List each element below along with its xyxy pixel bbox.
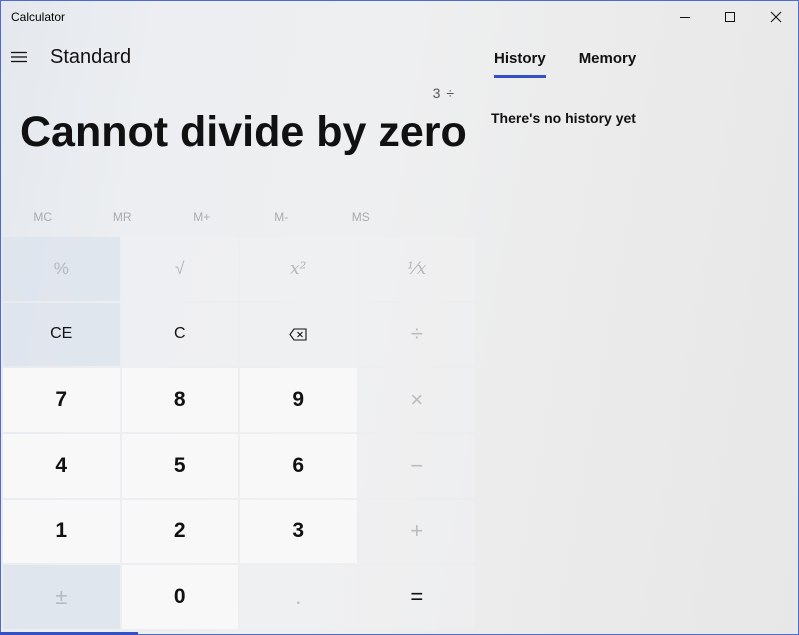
history-empty-message: There's no history yet	[491, 110, 636, 126]
digit-3-button[interactable]: 3	[240, 499, 357, 564]
close-icon	[770, 11, 782, 23]
square-root-button[interactable]: √	[121, 237, 238, 301]
mode-title: Standard	[50, 46, 132, 68]
minimize-button[interactable]	[662, 0, 708, 34]
maximize-button[interactable]	[707, 0, 753, 34]
memory-add-button[interactable]: M+	[162, 203, 242, 231]
equals-button[interactable]: =	[358, 565, 475, 629]
digit-9-button[interactable]: 9	[240, 368, 357, 432]
tab-history[interactable]: History	[494, 50, 546, 78]
digit-0-button[interactable]: 0	[121, 565, 238, 629]
digit-1-button[interactable]: 1	[3, 499, 120, 564]
memory-clear-button[interactable]: MC	[3, 203, 83, 231]
memory-row: MC MR M+ M- MS	[3, 203, 475, 231]
percent-button[interactable]: %	[3, 237, 120, 301]
digit-4-button[interactable]: 4	[3, 434, 120, 498]
multiply-button[interactable]: ×	[358, 368, 475, 432]
digit-6-button[interactable]: 6	[240, 434, 357, 498]
backspace-button[interactable]	[240, 302, 357, 367]
side-panel-tabs: History Memory	[494, 50, 669, 80]
navigation-menu-button[interactable]	[4, 40, 34, 74]
memory-store-button[interactable]: MS	[321, 203, 401, 231]
close-button[interactable]	[753, 0, 799, 34]
memory-recall-button[interactable]: MR	[83, 203, 163, 231]
backspace-icon	[289, 328, 307, 341]
negate-button[interactable]: ±	[3, 565, 120, 629]
app-title: Calculator	[11, 10, 66, 24]
tab-memory[interactable]: Memory	[579, 50, 637, 78]
digit-8-button[interactable]: 8	[121, 368, 238, 432]
digit-7-button[interactable]: 7	[3, 368, 120, 432]
clear-button[interactable]: C	[121, 302, 238, 367]
digit-5-button[interactable]: 5	[121, 434, 238, 498]
add-button[interactable]: +	[358, 499, 475, 564]
digit-2-button[interactable]: 2	[121, 499, 238, 564]
result-display: Cannot divide by zero	[20, 108, 467, 156]
title-bar: Calculator	[0, 0, 799, 34]
square-button[interactable]: x²	[240, 237, 357, 301]
divide-button[interactable]: ÷	[358, 302, 475, 367]
memory-subtract-button[interactable]: M-	[242, 203, 322, 231]
reciprocal-button[interactable]: ¹⁄x	[358, 237, 475, 301]
clear-entry-button[interactable]: CE	[3, 302, 120, 367]
subtract-button[interactable]: −	[358, 434, 475, 498]
hamburger-icon	[11, 51, 27, 63]
expression-display: 3 ÷	[432, 85, 455, 101]
keypad: % √ x² ¹⁄x CE C ÷ 7 8 9 × 4 5 6 − 1 2 3 …	[3, 237, 475, 629]
minimize-icon	[680, 17, 690, 18]
maximize-icon	[725, 12, 735, 22]
decimal-button[interactable]: .	[240, 565, 357, 629]
